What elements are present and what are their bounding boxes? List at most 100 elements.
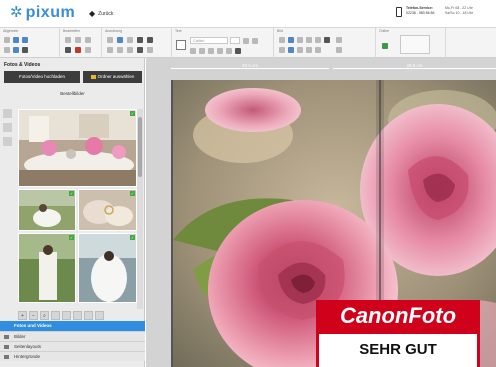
back-link[interactable]: ◆ Zurück: [89, 9, 113, 18]
thumbnail-scrollbar[interactable]: [137, 109, 143, 309]
canon-foto-rating-badge: CanonFoto SEHR GUT: [316, 300, 480, 367]
font-shrink-icon[interactable]: [252, 38, 258, 44]
scrollbar-thumb[interactable]: [138, 117, 142, 177]
folder-button[interactable]: Ordner auswählen: [83, 71, 142, 83]
zoom-in-icon[interactable]: +: [18, 311, 27, 320]
rings-photo: [79, 190, 136, 230]
back-label: Zurück: [98, 10, 114, 17]
back-arrow-icon: ◆: [89, 9, 96, 18]
bring-front-icon[interactable]: [137, 37, 143, 43]
accordion-bilder[interactable]: Bilder: [0, 331, 145, 341]
accordion-label: Seitenlayouts: [14, 344, 42, 349]
image-rotate-icon[interactable]: [279, 47, 285, 53]
folder-icon: [90, 75, 96, 79]
undo-icon[interactable]: [65, 37, 71, 43]
distribute-icon[interactable]: [147, 47, 153, 53]
save-icon[interactable]: [13, 37, 19, 43]
font-size-field[interactable]: [230, 37, 240, 44]
send-back-icon[interactable]: [147, 37, 153, 43]
badge-brand: CanonFoto: [316, 302, 480, 330]
pixum-logo[interactable]: ✲ pixum: [10, 4, 75, 22]
photo-thumbnail[interactable]: ✓: [18, 189, 76, 231]
cut-icon[interactable]: [22, 47, 28, 53]
ribbon-group-bearbeiten: Bearbeiten: [60, 28, 102, 58]
search-icon[interactable]: ⌕: [40, 311, 49, 320]
bride-veil-photo: [79, 234, 136, 302]
image-opacity-icon[interactable]: [306, 47, 312, 53]
zoom-out-icon[interactable]: −: [29, 311, 38, 320]
logo-star-icon: ✲: [10, 4, 23, 21]
copy-icon[interactable]: [85, 37, 91, 43]
ribbon-group-label: Bearbeiten: [63, 29, 80, 33]
ribbon-group-allgemein: Allgemein: [0, 28, 60, 58]
list-icon[interactable]: [62, 311, 71, 320]
selected-check-icon: ✓: [69, 235, 74, 240]
photo-thumbnail[interactable]: ✓: [78, 233, 137, 303]
select-all-icon[interactable]: [73, 311, 82, 320]
ribbon-group-text: Text Calibri: [172, 28, 274, 58]
help-icon[interactable]: [13, 47, 19, 53]
duplicate-icon[interactable]: [85, 47, 91, 53]
ruler-label: 20.5 cm: [403, 63, 426, 68]
underline-icon[interactable]: [208, 48, 214, 54]
add-text-icon[interactable]: [176, 40, 186, 50]
align-left-icon[interactable]: [107, 37, 113, 43]
image-filter-icon[interactable]: [297, 37, 303, 43]
phone-icon: [396, 7, 402, 17]
align-center-icon[interactable]: [117, 37, 123, 43]
selected-check-icon: ✓: [130, 111, 135, 116]
image-delete-icon[interactable]: [336, 47, 342, 53]
image-add-icon[interactable]: [279, 37, 285, 43]
ribbon-group-anordnung: Anordnung: [102, 28, 172, 58]
share-icon[interactable]: [382, 43, 388, 49]
bold-icon[interactable]: [190, 48, 196, 54]
photo-thumbnail[interactable]: ✓: [18, 233, 76, 303]
page-width-ruler-right: 20.5 cm: [333, 63, 496, 73]
delete-icon[interactable]: [75, 47, 81, 53]
text-shadow-icon[interactable]: [235, 48, 241, 54]
service-hours: Mo-Fr 08 - 22 Uhr Sa/So 10 - 18 Uhr: [445, 6, 473, 16]
accordion-label: Bilder: [14, 334, 26, 339]
settings-icon[interactable]: [4, 47, 10, 53]
image-effect-icon[interactable]: [288, 47, 294, 53]
ungroup-icon[interactable]: [117, 47, 123, 53]
ribbon-group-online: Online: [376, 28, 446, 58]
group-icon[interactable]: [107, 47, 113, 53]
text-color-icon[interactable]: [217, 48, 223, 54]
sort-icon[interactable]: [3, 123, 12, 132]
accordion-fotos-videos[interactable]: Fotos und Videos: [0, 321, 145, 331]
image-crop-icon[interactable]: [288, 37, 294, 43]
accordion-seitenlayouts[interactable]: Seitenlayouts: [0, 341, 145, 351]
photos-sidebar: Fotos & Videos Fotos/Video hochladen Ord…: [0, 58, 145, 367]
view-icon[interactable]: [3, 137, 12, 146]
new-icon[interactable]: [4, 37, 10, 43]
rotate-icon[interactable]: [127, 47, 133, 53]
font-select[interactable]: Calibri: [190, 37, 228, 44]
text-align-icon[interactable]: [226, 48, 232, 54]
backgrounds-icon: [4, 355, 9, 359]
photo-thumbnail[interactable]: ✓: [78, 189, 137, 231]
ruler-label: 20.5 cm: [238, 63, 261, 68]
italic-icon[interactable]: [199, 48, 205, 54]
image-mask-icon[interactable]: [324, 37, 330, 43]
image-fit-icon[interactable]: [336, 37, 342, 43]
deselect-icon[interactable]: [84, 311, 93, 320]
font-grow-icon[interactable]: [243, 38, 249, 44]
accordion-hintergruende[interactable]: Hintergründe: [0, 351, 145, 361]
remove-icon[interactable]: [95, 311, 104, 320]
redo-icon[interactable]: [75, 37, 81, 43]
paste-icon[interactable]: [65, 47, 71, 53]
image-border-icon[interactable]: [315, 37, 321, 43]
align-right-icon[interactable]: [127, 37, 133, 43]
flip-icon[interactable]: [137, 47, 143, 53]
photo-thumbnail[interactable]: ✓: [18, 109, 137, 187]
grid-icon[interactable]: [51, 311, 60, 320]
image-frame-icon[interactable]: [306, 37, 312, 43]
image-replace-icon[interactable]: [315, 47, 321, 53]
image-zoom-icon[interactable]: [297, 47, 303, 53]
filter-icon[interactable]: [3, 109, 12, 118]
preview-icon[interactable]: [22, 37, 28, 43]
order-button[interactable]: [400, 35, 430, 54]
ruler-line: [333, 68, 496, 69]
upload-button[interactable]: Fotos/Video hochladen: [4, 71, 80, 83]
